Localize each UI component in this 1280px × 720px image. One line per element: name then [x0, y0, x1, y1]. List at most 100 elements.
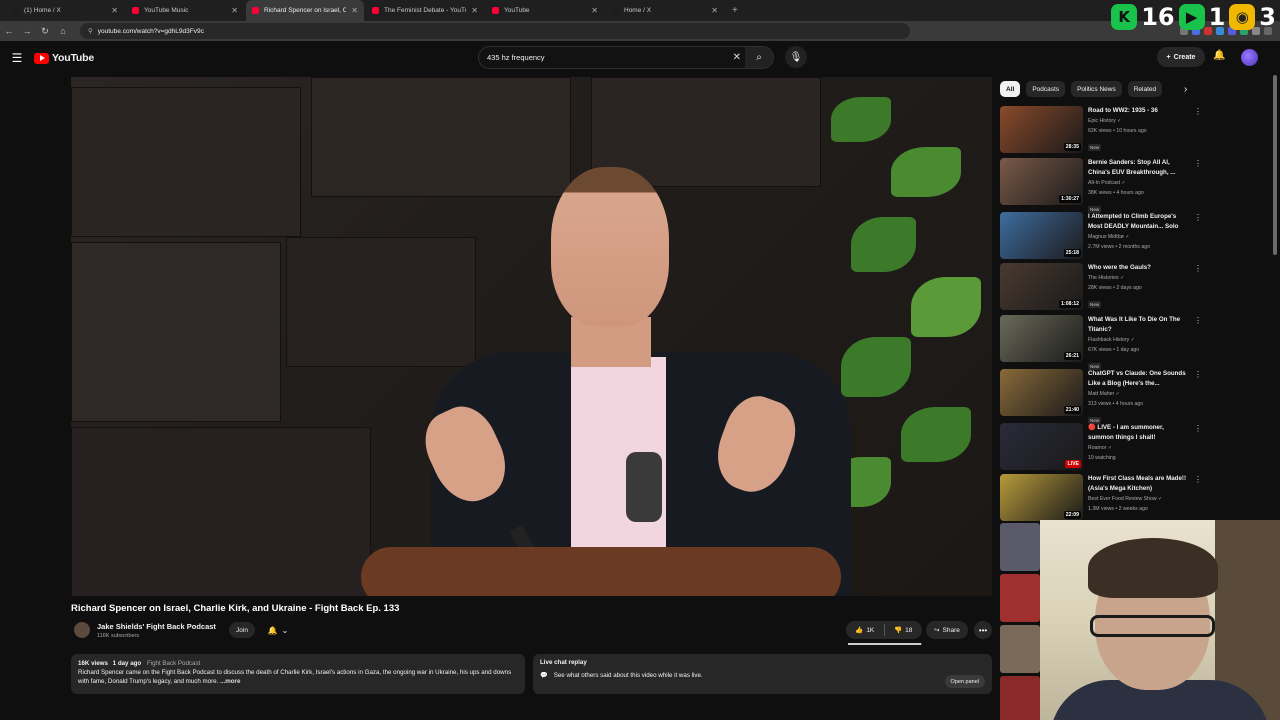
video-duration: 22:09 — [1063, 511, 1081, 519]
notifications-bell-icon[interactable]: 🔔 — [1213, 50, 1225, 61]
tab-label: The Feminist Debate - YouTube — [384, 7, 466, 14]
voice-search-button[interactable]: 🎙 — [785, 46, 807, 68]
channel-name[interactable]: All-In Podcast ✓ — [1088, 178, 1190, 188]
more-vertical-icon[interactable]: ⋮ — [1194, 159, 1202, 168]
more-vertical-icon[interactable]: ⋮ — [1194, 316, 1202, 325]
video-title[interactable]: 🔴 LIVE - I am summoner, summon things I … — [1088, 423, 1190, 443]
more-vertical-icon[interactable]: ⋮ — [1194, 424, 1202, 433]
address-bar[interactable]: ⚲ youtube.com/watch?v=gdhL9d3Fv9c — [80, 23, 910, 39]
live-chat-title: Live chat replay — [540, 659, 587, 666]
like-button[interactable]: 👍 1K — [846, 626, 884, 635]
close-icon[interactable]: ✕ — [111, 6, 118, 15]
reload-icon[interactable]: ↻ — [36, 26, 54, 37]
clear-search-icon[interactable]: ✕ — [733, 52, 741, 63]
video-title[interactable]: Road to WW2: 1935 - 36 — [1088, 106, 1190, 116]
related-video-item[interactable]: 22:09 How First Class Meals are Made!! (A… — [1000, 474, 1190, 524]
more-vertical-icon[interactable]: ⋮ — [1194, 370, 1202, 379]
video-title[interactable]: I Attempted to Climb Europe's Most DEADL… — [1088, 212, 1190, 232]
video-thumbnail[interactable] — [1000, 676, 1040, 720]
dislike-count: 18 — [905, 626, 913, 634]
browser-tab[interactable]: The Feminist Debate - YouTube ✕ — [366, 0, 484, 21]
wall-stone — [71, 87, 301, 237]
description-tag[interactable]: Fight Back Podcast — [147, 660, 200, 667]
related-video-item[interactable]: 21:40 ChatGPT vs Claude: One Sounds Like … — [1000, 369, 1190, 424]
channel-avatar[interactable] — [74, 622, 90, 638]
scrollbar-thumb[interactable] — [1273, 75, 1277, 255]
video-player[interactable] — [71, 77, 992, 596]
browser-tab[interactable]: (1) Home / X ✕ — [6, 0, 124, 21]
video-thumbnail[interactable]: 25:18 — [1000, 212, 1083, 259]
channel-name[interactable]: Matt Maher ✓ — [1088, 389, 1190, 399]
channel-name[interactable]: Best Ever Food Review Show ✓ — [1088, 494, 1190, 504]
channel-name[interactable]: The Histories ✓ — [1088, 273, 1190, 283]
wall-stone — [71, 242, 281, 422]
youtube-logo[interactable]: YouTube — [34, 52, 94, 64]
video-thumbnail[interactable]: LIVE — [1000, 423, 1083, 470]
filter-chip[interactable]: All — [1000, 81, 1021, 97]
video-thumbnail[interactable] — [1000, 523, 1040, 571]
channel-name[interactable]: Epic History ✓ — [1088, 116, 1190, 126]
open-panel-button[interactable]: Open panel — [944, 675, 985, 688]
menu-icon[interactable]: ☰ — [0, 51, 34, 65]
share-button[interactable]: ↪ Share — [926, 621, 968, 639]
related-video-item[interactable]: 25:18 I Attempted to Climb Europe's Most … — [1000, 212, 1190, 262]
more-vertical-icon[interactable]: ⋮ — [1194, 213, 1202, 222]
browser-tab[interactable]: Home / X ✕ — [606, 0, 724, 21]
video-thumbnail[interactable] — [1000, 625, 1040, 673]
video-title[interactable]: ChatGPT vs Claude: One Sounds Like a Blo… — [1088, 369, 1190, 389]
chevron-right-icon[interactable]: › — [1184, 84, 1187, 95]
filter-chip[interactable]: Podcasts — [1026, 81, 1066, 97]
video-thumbnail[interactable]: 21:40 — [1000, 369, 1083, 416]
back-icon[interactable]: ← — [0, 26, 18, 36]
close-icon[interactable]: ✕ — [711, 6, 718, 15]
subscription-bell-button[interactable]: 🔔 ⌄ — [261, 622, 295, 638]
channel-name[interactable]: Flashback History ✓ — [1088, 335, 1190, 345]
tab-favicon-icon — [252, 7, 259, 14]
more-vertical-icon[interactable]: ⋮ — [1194, 475, 1202, 484]
search-input[interactable]: 435 hz frequency — [487, 53, 545, 62]
close-icon[interactable]: ✕ — [471, 6, 478, 15]
video-thumbnail[interactable]: 1:08:12 — [1000, 263, 1083, 310]
video-title[interactable]: Who were the Gauls? — [1088, 263, 1190, 273]
video-thumbnail[interactable]: 28:35 — [1000, 106, 1083, 153]
home-icon[interactable]: ⌂ — [54, 26, 72, 36]
browser-tab[interactable]: Richard Spencer on Israel, C ✕ — [246, 0, 364, 21]
channel-name[interactable]: Jake Shields' Fight Back Podcast — [97, 622, 216, 631]
description-box[interactable]: 16K views 1 day ago Fight Back Podcast R… — [71, 654, 525, 694]
channel-name[interactable]: Magnus Midtbø ✓ — [1088, 232, 1190, 242]
video-thumbnail[interactable]: 26:21 — [1000, 315, 1083, 362]
search-button[interactable]: ⌕ — [745, 47, 773, 68]
create-button[interactable]: + Create — [1157, 47, 1205, 67]
browser-tab[interactable]: YouTube Music ✕ — [126, 0, 244, 21]
close-icon[interactable]: ✕ — [591, 6, 598, 15]
related-video-item[interactable]: 1:30:27 Bernie Sanders: Stop All AI, Chin… — [1000, 158, 1190, 213]
chair — [361, 547, 841, 596]
video-thumbnail[interactable]: 1:30:27 — [1000, 158, 1083, 205]
video-thumbnail[interactable] — [1000, 574, 1040, 622]
related-video-item[interactable]: 26:21 What Was It Like To Die On The Tita… — [1000, 315, 1190, 370]
filter-chip[interactable]: Related — [1127, 81, 1163, 97]
browser-tab[interactable]: YouTube ✕ — [486, 0, 604, 21]
filter-chip[interactable]: Politics News — [1071, 81, 1122, 97]
forward-icon[interactable]: → — [18, 26, 36, 36]
close-icon[interactable]: ✕ — [351, 6, 358, 15]
video-title[interactable]: Bernie Sanders: Stop All AI, China's EUV… — [1088, 158, 1190, 178]
more-vertical-icon[interactable]: ⋮ — [1194, 264, 1202, 273]
related-video-item[interactable]: 1:08:12 Who were the Gauls? The Histories … — [1000, 263, 1190, 313]
related-video-item[interactable]: 28:35 Road to WW2: 1935 - 36 Epic History … — [1000, 106, 1190, 156]
join-button[interactable]: Join — [229, 622, 255, 638]
close-icon[interactable]: ✕ — [231, 6, 238, 15]
more-actions-button[interactable]: ••• — [974, 621, 992, 639]
account-avatar[interactable] — [1241, 49, 1258, 66]
channel-name[interactable]: Roamor ✓ — [1088, 443, 1190, 453]
video-thumbnail[interactable]: 22:09 — [1000, 474, 1083, 521]
video-title[interactable]: What Was It Like To Die On The Titanic? — [1088, 315, 1190, 335]
show-more-link[interactable]: ...more — [220, 678, 240, 685]
related-video-item[interactable]: LIVE 🔴 LIVE - I am summoner, summon thing… — [1000, 423, 1190, 473]
video-title[interactable]: How First Class Meals are Made!! (Asia's… — [1088, 474, 1190, 494]
site-info-icon[interactable]: ⚲ — [88, 27, 93, 35]
new-tab-icon[interactable]: + — [726, 5, 744, 16]
search-box[interactable]: 435 hz frequency ✕ ⌕ — [478, 46, 774, 69]
more-vertical-icon[interactable]: ⋮ — [1194, 107, 1202, 116]
dislike-button[interactable]: 👎 18 — [885, 626, 923, 635]
